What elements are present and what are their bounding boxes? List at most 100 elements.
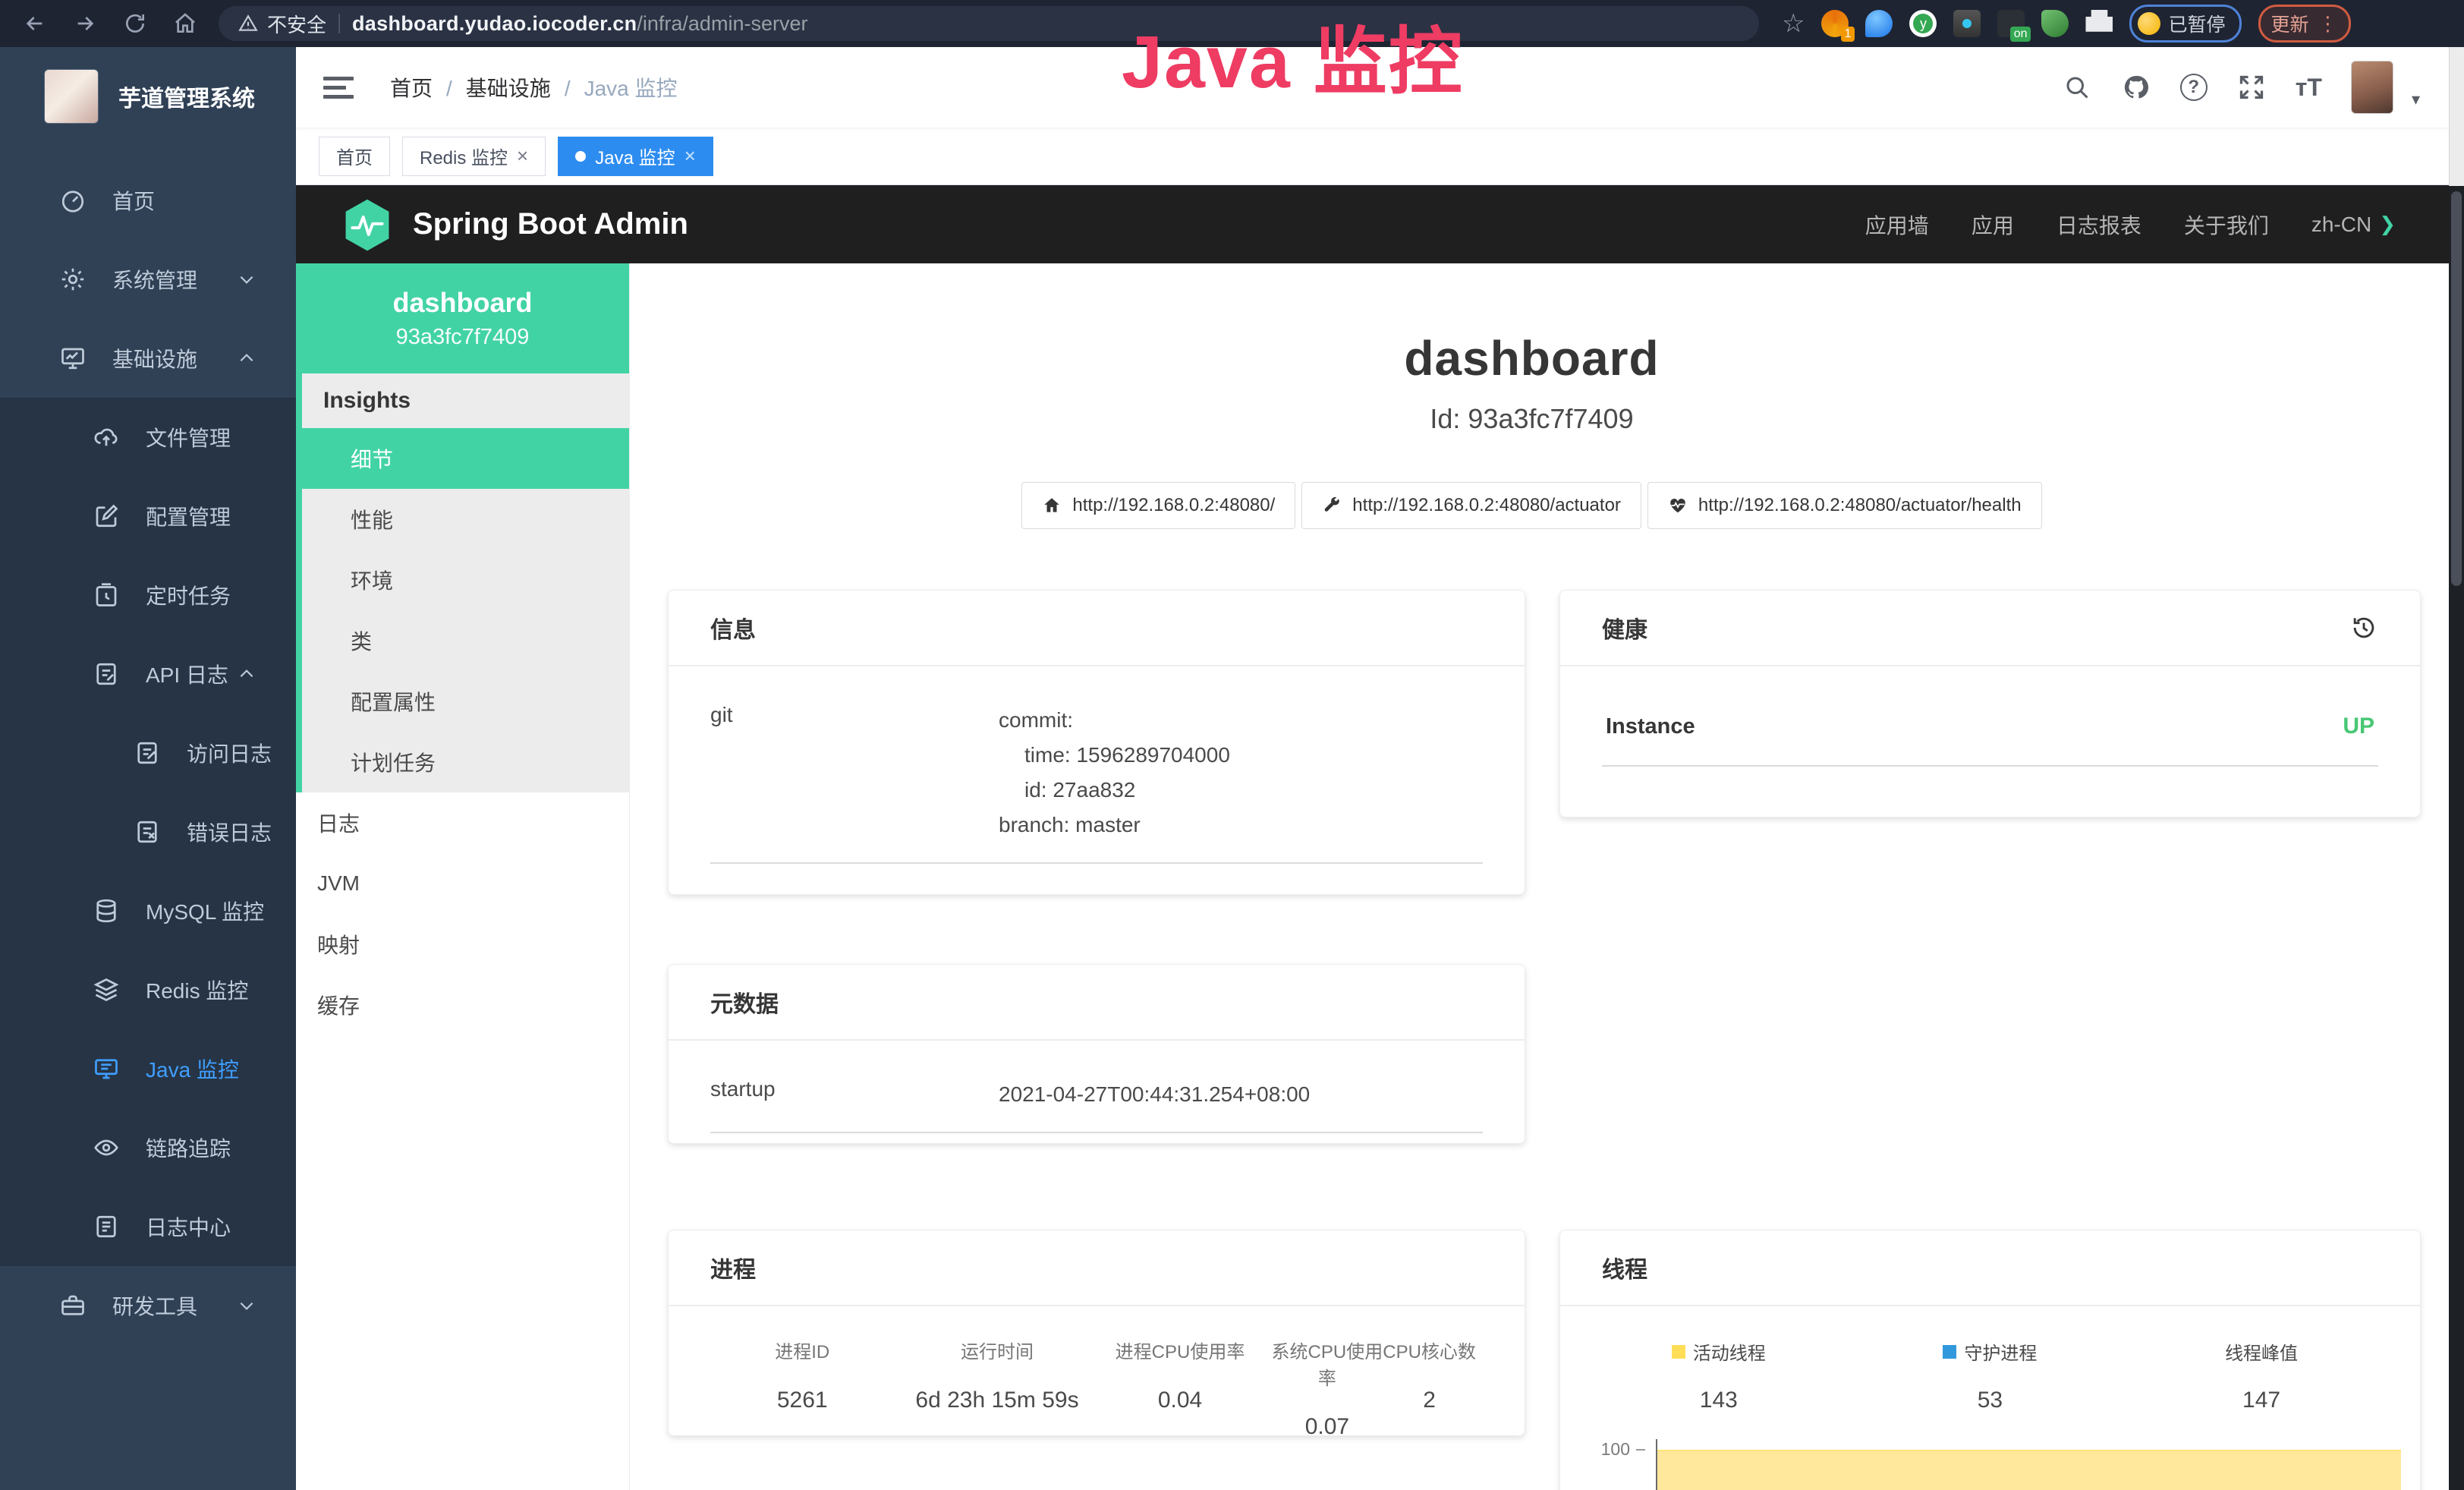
chevron-down-icon: ❯ — [2379, 213, 2396, 236]
sidebar-menu-item[interactable]: Redis 监控 — [0, 950, 296, 1029]
history-icon[interactable] — [2349, 613, 2378, 642]
sba-nav-item[interactable]: 应用 — [1972, 209, 2014, 240]
sidebar-menu-item[interactable]: 错误日志 — [0, 792, 296, 871]
git-info-line: branch: master — [999, 808, 1230, 843]
instance-menu-item[interactable]: 缓存 — [296, 975, 629, 1035]
sidebar-menu-item[interactable]: 访问日志 — [0, 713, 296, 792]
address-bar[interactable]: 不安全 dashboard.yudao.iocoder.cn /infra/ad… — [219, 6, 1759, 41]
tag-label: 首页 — [336, 143, 373, 169]
security-label: 不安全 — [267, 10, 326, 38]
metadata-row: startup 2021-04-27T00:44:31.254+08:00 — [669, 1041, 1525, 1112]
instance-url-button[interactable]: http://192.168.0.2:48080/actuator — [1301, 482, 1641, 529]
font-size-icon[interactable]: ᴛT — [2296, 74, 2322, 102]
instance-menu-item[interactable]: 日志 — [296, 792, 629, 853]
legend-swatch — [1672, 1345, 1685, 1359]
sidebar-menu-item[interactable]: 日志中心 — [0, 1187, 296, 1266]
sba-nav-item[interactable]: 日志报表 — [2056, 209, 2141, 240]
instance-url-button[interactable]: http://192.168.0.2:48080/ — [1021, 482, 1295, 529]
back-icon[interactable] — [20, 8, 50, 39]
instance-menu-item[interactable]: 映射 — [296, 914, 629, 975]
sidebar-menu-item[interactable]: 配置管理 — [0, 477, 296, 556]
extension-icon[interactable]: y — [1913, 14, 1933, 33]
breadcrumb-item[interactable]: 首页 — [390, 72, 466, 102]
column-value: 5261 — [699, 1388, 905, 1413]
menu-item-icon — [134, 739, 161, 767]
git-info-line: time: 1596289704000 — [999, 738, 1230, 773]
close-icon[interactable]: × — [684, 144, 696, 168]
sidebar-menu-item[interactable]: MySQL 监控 — [0, 871, 296, 950]
menu-item-icon — [93, 1134, 120, 1161]
health-instance-row[interactable]: Instance UP — [1560, 666, 2420, 739]
breadcrumb-item[interactable]: 基础设施 — [466, 72, 584, 102]
instance-menu-item[interactable]: 配置属性 — [302, 671, 629, 732]
search-icon[interactable] — [2062, 72, 2092, 102]
extension-icon[interactable] — [1953, 10, 1981, 37]
sidebar-menu-item[interactable]: Java 监控 — [0, 1029, 296, 1108]
legend-label: 守护进程 — [1964, 1338, 2037, 1365]
active-dot — [575, 151, 586, 162]
help-icon[interactable]: ? — [2180, 74, 2208, 101]
github-icon[interactable] — [2121, 72, 2151, 102]
puzzle-extensions-icon[interactable] — [2085, 10, 2113, 37]
sidebar-menu-item[interactable]: 定时任务 — [0, 556, 296, 635]
sba-header: Spring Boot Admin 应用墙 应用 日志报表 关于我们 zh-CN ❯ — [296, 185, 2449, 263]
instance-menu-item[interactable]: 环境 — [302, 550, 629, 610]
sidebar-menu-item[interactable]: API 日志 — [0, 635, 296, 713]
view-tag[interactable]: Java 监控 × — [558, 137, 713, 176]
close-icon[interactable]: × — [517, 144, 528, 168]
app-title: 芋道管理系统 — [118, 80, 255, 113]
view-tag[interactable]: 首页 × — [319, 137, 390, 176]
user-avatar[interactable] — [2351, 61, 2393, 114]
extension-icon[interactable] — [1865, 10, 1893, 37]
menu-item-icon — [93, 1213, 120, 1240]
instance-id: 93a3fc7f7409 — [396, 325, 530, 350]
locale-selector[interactable]: zh-CN ❯ — [2311, 213, 2396, 237]
menu-kebab-icon[interactable]: ⋮ — [2318, 16, 2338, 32]
screen: 不安全 dashboard.yudao.iocoder.cn /infra/ad… — [0, 0, 2464, 1490]
process-table: 进程ID 5261 运行时间 6d 23h 15m 59s 进程CPU使用率 — [669, 1306, 1525, 1436]
breadcrumb-item[interactable]: Java 监控 — [584, 72, 678, 102]
browser-scrollbar[interactable] — [2449, 47, 2464, 1490]
sba-brand-title[interactable]: Spring Boot Admin — [413, 207, 688, 241]
sidebar-menu-item[interactable]: 基础设施 — [0, 319, 296, 398]
menu-item-label: API 日志 — [146, 659, 228, 689]
chrome-update-button[interactable]: 更新 ⋮ — [2258, 5, 2351, 43]
sidebar-menu-item[interactable]: 首页 — [0, 161, 296, 240]
sba-nav-item[interactable]: 关于我们 — [2184, 209, 2269, 240]
sidebar-menu-item[interactable]: 文件管理 — [0, 398, 296, 477]
fullscreen-icon[interactable] — [2236, 72, 2267, 102]
paused-badge[interactable]: 已暂停 — [2129, 5, 2241, 43]
page-annotation: Java 监控 — [1122, 2, 1464, 109]
instance-menu-item[interactable]: 类 — [302, 610, 629, 671]
hamburger-icon[interactable] — [323, 77, 354, 99]
sidebar-menu-item[interactable]: 研发工具 — [0, 1266, 296, 1345]
reload-icon[interactable] — [120, 8, 150, 39]
axis-tick: 140 — [1601, 1486, 1645, 1490]
sba-nav-item[interactable]: 应用墙 — [1865, 209, 1929, 240]
instance-name: dashboard — [392, 287, 532, 319]
app-logo-row[interactable]: 芋道管理系统 — [0, 47, 296, 146]
legend-value: 147 — [2126, 1388, 2397, 1413]
instance-header[interactable]: dashboard 93a3fc7f7409 — [296, 263, 629, 373]
bookmark-star-icon[interactable]: ☆ — [1782, 11, 1805, 36]
sidebar-menu-item[interactable]: 链路追踪 — [0, 1108, 296, 1187]
menu-item-label: 日志中心 — [146, 1211, 231, 1242]
home-icon[interactable] — [170, 8, 200, 39]
view-tag[interactable]: Redis 监控 × — [402, 137, 546, 176]
instance-menu-item[interactable]: 细节 — [296, 428, 629, 489]
instance-menu-item[interactable]: 计划任务 — [302, 732, 629, 792]
threads-chart: 140120100 — [1560, 1439, 2420, 1490]
sidebar-menu-item[interactable]: 系统管理 — [0, 240, 296, 319]
scrollbar-thumb[interactable] — [2451, 191, 2462, 586]
avatar-caret-icon[interactable]: ▾ — [2412, 90, 2420, 109]
legend-value: 53 — [1855, 1388, 2126, 1413]
instance-menu-item[interactable]: 性能 — [302, 489, 629, 550]
git-info-line: id: 27aa832 — [999, 773, 1230, 808]
extension-icon[interactable]: on — [1997, 10, 2025, 37]
extension-icon[interactable]: 1 — [1821, 10, 1849, 37]
forward-icon[interactable] — [70, 8, 100, 39]
instance-menu-item[interactable]: JVM — [296, 853, 629, 914]
instance-url-button[interactable]: http://192.168.0.2:48080/actuator/health — [1647, 482, 2042, 529]
card-title: 进程 — [710, 1251, 756, 1284]
extension-icon[interactable] — [2041, 10, 2069, 37]
